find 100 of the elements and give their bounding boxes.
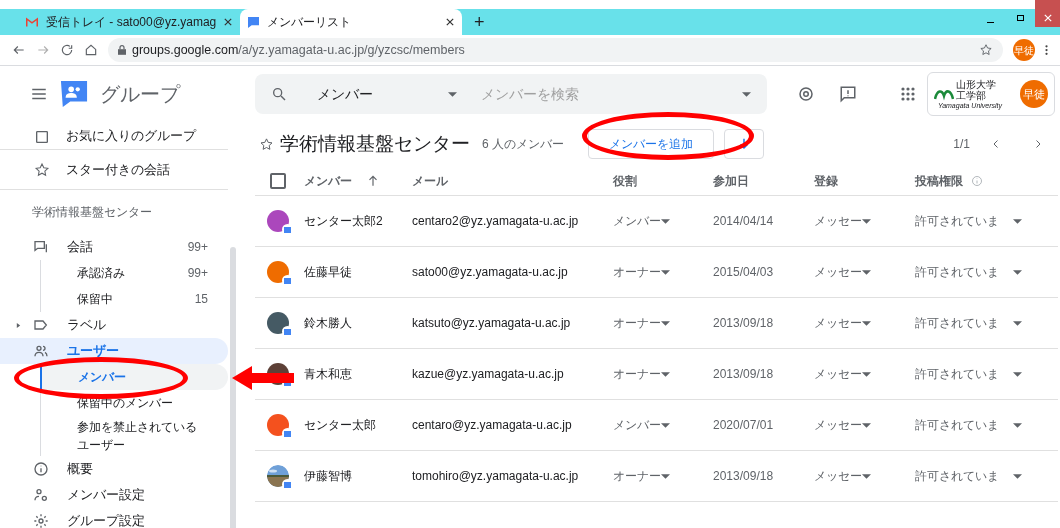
caret-icon: [1013, 371, 1022, 377]
posting-permission-dropdown[interactable]: 許可されていま: [915, 314, 1022, 332]
browser-tab[interactable]: メンバーリスト: [240, 9, 462, 35]
count: 99+: [187, 265, 208, 282]
role-dropdown[interactable]: オーナー: [613, 263, 670, 281]
column-header[interactable]: 参加日: [713, 171, 749, 190]
reload-icon[interactable]: [60, 43, 74, 57]
feedback-icon[interactable]: [839, 85, 857, 103]
joined-date: 2013/09/18: [713, 366, 775, 383]
sidebar-item[interactable]: 会話 99+: [0, 234, 228, 260]
select-all-checkbox[interactable]: [270, 172, 286, 189]
joined-date: 2014/04/14: [713, 213, 775, 230]
section-heading: 学術情報基盤センター: [31, 204, 153, 221]
posting-permission-dropdown[interactable]: 許可されていま: [915, 365, 1022, 383]
sidebar-subitem[interactable]: メンバー: [40, 364, 228, 390]
tab-title: 受信トレイ - sato00@yz.yamag: [46, 14, 217, 31]
subscription-dropdown[interactable]: メッセー: [814, 416, 871, 434]
university-logo-icon: [934, 87, 954, 101]
home-icon[interactable]: [84, 43, 98, 57]
caret-icon: [862, 218, 871, 224]
caret-icon: [1013, 218, 1022, 224]
caret-icon: [862, 473, 871, 479]
role-dropdown[interactable]: メンバー: [613, 212, 670, 230]
joined-date: 2013/09/18: [713, 468, 775, 485]
add-member-button[interactable]: メンバーを追加: [588, 129, 714, 159]
role-dropdown[interactable]: オーナー: [613, 365, 670, 383]
settings-icon[interactable]: [797, 85, 815, 103]
member-name: センター太郎2: [304, 213, 384, 230]
posting-permission-dropdown[interactable]: 許可されていま: [915, 416, 1022, 434]
account-badge-icon: [282, 326, 293, 337]
search-scope[interactable]: メンバー: [317, 83, 457, 105]
caret-icon: [661, 218, 670, 224]
pager-text: 1/1: [953, 136, 970, 153]
posting-permission-dropdown[interactable]: 許可されていま: [915, 467, 1022, 485]
sidebar-subitem[interactable]: 保留中 15: [41, 286, 228, 312]
search-bar[interactable]: メンバー メンバーを検索: [255, 74, 767, 114]
member-name: 伊藤智博: [304, 468, 353, 485]
star-icon: [34, 161, 50, 178]
subscription-dropdown[interactable]: メッセー: [814, 263, 871, 281]
caret-icon: [661, 371, 670, 377]
address-bar[interactable]: groups.google.com/a/yz.yamagata-u.ac.jp/g/yzcsc/members: [108, 38, 1003, 62]
subscription-dropdown[interactable]: メッセー: [814, 314, 871, 332]
role-dropdown[interactable]: メンバー: [613, 416, 670, 434]
bookmark-star-icon[interactable]: [979, 43, 993, 57]
sidebar-item[interactable]: 概要: [0, 456, 228, 482]
lock-icon: [118, 45, 126, 55]
sidebar-item[interactable]: お気に入りのグループ: [0, 110, 228, 150]
sidebar-item[interactable]: ラベル: [0, 312, 228, 338]
close-icon[interactable]: [446, 18, 454, 26]
download-button[interactable]: [724, 129, 764, 159]
joined-date: 2020/07/01: [713, 417, 775, 434]
joined-date: 2015/04/03: [713, 264, 775, 281]
posting-permission-dropdown[interactable]: 許可されていま: [915, 263, 1022, 281]
close-icon: [1043, 14, 1052, 22]
subscription-dropdown[interactable]: メッセー: [814, 212, 871, 230]
org-name: 工学部: [956, 89, 987, 101]
groups-logo-icon: [60, 80, 88, 108]
column-header[interactable]: 登録: [814, 171, 838, 190]
url-text: groups.google.com/a/yz.yamagata-u.ac.jp/g/yzcsc/members: [132, 41, 466, 59]
column-header[interactable]: 役割: [613, 171, 637, 190]
account-badge-icon: [282, 275, 293, 286]
role-dropdown[interactable]: オーナー: [613, 314, 670, 332]
member-name: 佐藤早徒: [304, 264, 353, 281]
sidebar-subitem[interactable]: 参加を禁止されているユーザー: [41, 416, 228, 456]
sidebar-subitem[interactable]: 保留中のメンバー: [41, 390, 228, 416]
column-header[interactable]: 投稿権限: [915, 171, 963, 190]
caret-icon: [1013, 269, 1022, 275]
role-dropdown[interactable]: オーナー: [613, 467, 670, 485]
sidebar-item[interactable]: ユーザー: [0, 338, 228, 364]
member-email: kazue@yz.yamagata-u.ac.jp: [412, 366, 565, 383]
caret-icon: [1013, 320, 1022, 326]
column-header[interactable]: メンバー: [304, 171, 352, 190]
label-icon: [33, 317, 49, 333]
sort-ascending-icon[interactable]: [366, 173, 380, 188]
sidebar-item[interactable]: メンバー設定: [0, 482, 228, 508]
caret-icon: [862, 269, 871, 275]
tab-title: メンバーリスト: [267, 14, 352, 31]
new-tab-button[interactable]: +: [462, 9, 497, 35]
close-icon[interactable]: [224, 18, 233, 26]
caret-icon: [862, 320, 871, 326]
column-header[interactable]: メール: [412, 171, 448, 190]
mail-icon: [26, 17, 38, 27]
account-badge-icon: [282, 428, 293, 439]
sidebar-item[interactable]: グループ設定: [0, 508, 228, 528]
subscription-dropdown[interactable]: メッセー: [814, 467, 871, 485]
collapsed-icon[interactable]: [16, 322, 21, 328]
member-settings-icon: [33, 487, 49, 503]
posting-permission-dropdown[interactable]: 許可されていま: [915, 212, 1022, 230]
scrollbar[interactable]: [230, 247, 236, 528]
caret-icon: [661, 422, 670, 428]
caret-icon: [742, 91, 751, 97]
annotation-arrow: [232, 366, 294, 390]
subscription-dropdown[interactable]: メッセー: [814, 365, 871, 383]
back-icon[interactable]: [12, 43, 26, 57]
sidebar-item[interactable]: スター付きの会話: [0, 150, 228, 190]
star-icon[interactable]: [259, 136, 274, 152]
member-name: 青木和恵: [304, 366, 353, 383]
more-icon[interactable]: [1045, 44, 1048, 56]
sidebar-subitem[interactable]: 承認済み 99+: [41, 260, 228, 286]
apps-grid-icon[interactable]: [901, 87, 915, 101]
